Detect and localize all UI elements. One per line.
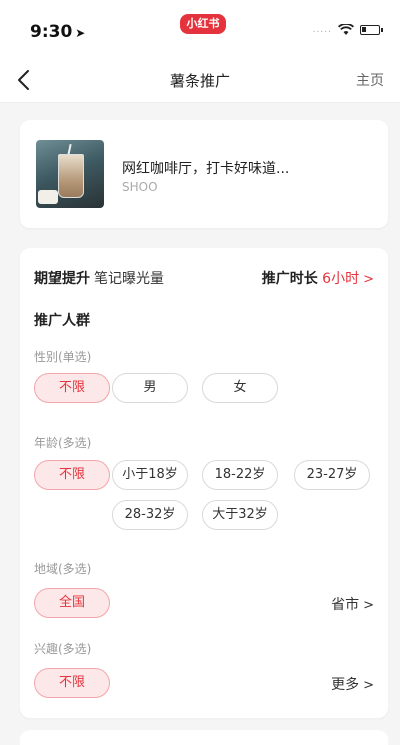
- status-time: 9:30 ➤: [30, 22, 85, 42]
- region-chip-nationwide[interactable]: 全国: [34, 588, 110, 618]
- interest-link-label: 更多: [331, 677, 360, 693]
- promotion-settings-card: 期望提升 笔记曝光量 推广时长 6小时 > 推广人群 性别(单选) 不限 男 女 年…: [20, 248, 388, 718]
- home-link[interactable]: 主页: [356, 70, 384, 90]
- coffee-cup-shape: [58, 154, 84, 198]
- region-label: 地域(多选): [34, 562, 92, 576]
- note-title: 网红咖啡厅，打卡好味道...: [122, 161, 290, 177]
- region-more-link[interactable]: 省市 >: [331, 594, 374, 614]
- chevron-right-icon: >: [363, 272, 374, 287]
- duration-key: 推广时长: [261, 271, 318, 287]
- battery-icon: [360, 25, 383, 35]
- goal-key: 期望提升: [34, 271, 90, 287]
- goal-value: 笔记曝光量: [94, 271, 164, 287]
- age-chip-18-22[interactable]: 18-22岁: [202, 460, 278, 490]
- chevron-right-icon: >: [363, 678, 374, 693]
- note-card[interactable]: 网红咖啡厅，打卡好味道... SHOO: [20, 120, 388, 228]
- gender-chip-any[interactable]: 不限: [34, 373, 110, 403]
- age-label: 年龄(多选): [34, 436, 92, 450]
- duration-value: 6小时: [322, 271, 360, 287]
- nav-bar: 薯条推广 主页: [0, 58, 400, 103]
- note-author: SHOO: [122, 180, 158, 194]
- note-thumbnail: [36, 140, 104, 208]
- chevron-right-icon: >: [363, 598, 374, 613]
- gender-label: 性别(单选): [34, 350, 92, 364]
- location-arrow-icon: ➤: [75, 26, 86, 40]
- gender-chip-female[interactable]: 女: [202, 373, 278, 403]
- sticker-shape: [38, 190, 58, 204]
- next-card-peek: [20, 730, 388, 745]
- age-chip-28-32[interactable]: 28-32岁: [112, 500, 188, 530]
- duration-selector[interactable]: 推广时长 6小时 >: [262, 268, 374, 288]
- status-time-text: 9:30: [30, 22, 73, 42]
- age-chip-23-27[interactable]: 23-27岁: [294, 460, 370, 490]
- interest-more-link[interactable]: 更多 >: [331, 674, 374, 694]
- region-link-label: 省市: [331, 597, 360, 613]
- page-title: 薯条推广: [169, 72, 230, 90]
- age-chip-over32[interactable]: 大于32岁: [202, 500, 278, 530]
- system-icons: .....: [312, 24, 383, 36]
- interest-label: 兴趣(多选): [34, 642, 92, 656]
- status-bar: 9:30 ➤ 小红书 .....: [0, 0, 400, 58]
- wifi-icon: [338, 24, 354, 35]
- interest-chip-any[interactable]: 不限: [34, 668, 110, 698]
- boost-goal-row: 期望提升 笔记曝光量 推广时长 6小时 >: [34, 268, 374, 290]
- gender-chip-male[interactable]: 男: [112, 373, 188, 403]
- signal-icon: .....: [312, 25, 332, 35]
- age-chip-any[interactable]: 不限: [34, 460, 110, 490]
- crowd-title: 推广人群: [34, 313, 90, 329]
- app-badge: 小红书: [180, 14, 226, 34]
- age-chip-under18[interactable]: 小于18岁: [112, 460, 188, 490]
